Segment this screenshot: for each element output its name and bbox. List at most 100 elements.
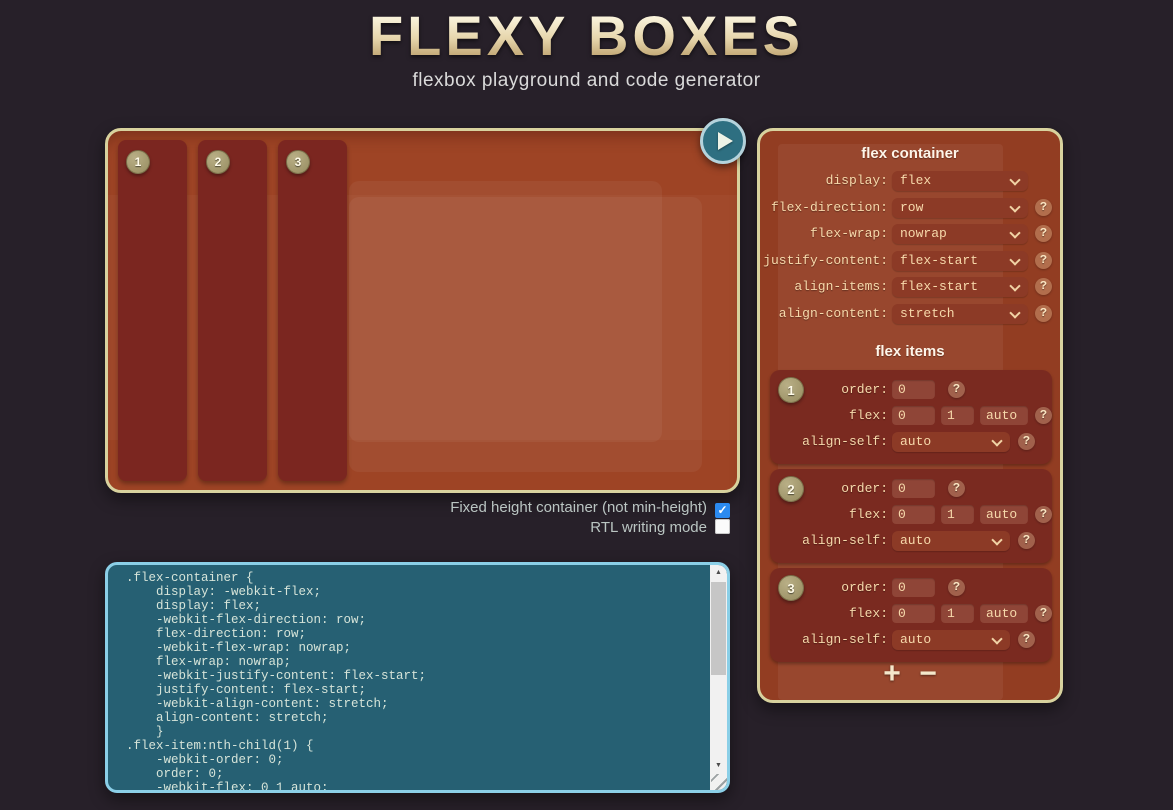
flex-shrink-input[interactable] [941,604,974,623]
align-self-select[interactable]: auto [892,432,1010,452]
flex-container-title: flex container [760,145,1060,162]
flex-label: flex: [770,406,888,426]
flex-item-card-3: 3 order: ? flex: ? align-self: auto ? [770,568,1052,662]
flex-items-title: flex items [760,343,1060,360]
flex-help-button[interactable]: ? [1035,506,1052,523]
order-input[interactable] [892,578,935,597]
chevron-down-icon [991,633,1002,644]
fixed-height-option: Fixed height container (not min-height) ✓ [105,500,730,517]
align-self-label: align-self: [770,630,888,650]
align-self-help-button[interactable]: ? [1018,631,1035,648]
flex-basis-input[interactable] [980,604,1028,623]
order-label: order: [770,479,888,499]
rtl-label: RTL writing mode [590,519,707,536]
rtl-checkbox[interactable] [715,519,730,534]
flex-direction-help-button[interactable]: ? [1035,199,1052,216]
resize-grip-icon[interactable] [711,774,727,790]
flex-grow-input[interactable] [892,604,935,623]
fixed-height-label: Fixed height container (not min-height) [450,499,707,516]
flex-grow-input[interactable] [892,406,935,425]
flex-basis-input[interactable] [980,406,1028,425]
remove-item-button[interactable]: − [919,659,937,689]
flex-wrap-help-button[interactable]: ? [1035,225,1052,242]
order-label: order: [770,578,888,598]
flex-direction-value: row [900,200,923,215]
add-item-button[interactable]: + [883,659,901,689]
chevron-down-icon [991,534,1002,545]
chevron-down-icon [1009,307,1020,318]
justify-content-select[interactable]: flex-start [892,251,1028,271]
preview-flex-item-3: 3 [278,140,347,481]
scroll-up-arrow-icon[interactable]: ▲ [710,565,727,581]
align-items-help-button[interactable]: ? [1035,278,1052,295]
align-self-value: auto [900,632,931,647]
justify-content-label: justify-content: [760,251,888,271]
settings-panel: flex container display: flex flex-direct… [757,128,1063,703]
chevron-down-icon [1009,201,1020,212]
play-animation-button[interactable] [700,118,746,164]
flex-direction-label: flex-direction: [760,198,888,218]
flex-basis-input[interactable] [980,505,1028,524]
align-content-select[interactable]: stretch [892,304,1028,324]
flex-help-button[interactable]: ? [1035,407,1052,424]
justify-content-help-button[interactable]: ? [1035,252,1052,269]
flex-wrap-select[interactable]: nowrap [892,224,1028,244]
align-items-select[interactable]: flex-start [892,277,1028,297]
app-tagline: flexbox playground and code generator [0,70,1173,92]
display-select[interactable]: flex [892,171,1028,191]
align-self-value: auto [900,533,931,548]
container-ghost-2 [349,197,702,472]
scrollbar-thumb[interactable] [711,582,726,675]
flex-wrap-value: nowrap [900,226,947,241]
flex-label: flex: [770,505,888,525]
align-self-select[interactable]: auto [892,630,1010,650]
flex-wrap-label: flex-wrap: [760,224,888,244]
play-icon [718,132,733,150]
item-actions: + − [760,659,1060,689]
fixed-height-checkbox[interactable]: ✓ [715,503,730,518]
chevron-down-icon [1009,280,1020,291]
flex-shrink-input[interactable] [941,505,974,524]
align-items-value: flex-start [900,279,978,294]
order-input[interactable] [892,380,935,399]
align-self-select[interactable]: auto [892,531,1010,551]
item-number-badge: 3 [286,150,310,174]
rtl-option: RTL writing mode [105,519,730,536]
align-self-help-button[interactable]: ? [1018,532,1035,549]
code-scrollbar[interactable]: ▲ ▼ [710,565,727,790]
flex-direction-select[interactable]: row [892,198,1028,218]
preview-flex-item-2: 2 [198,140,267,481]
item-number-badge: 1 [126,150,150,174]
order-help-button[interactable]: ? [948,381,965,398]
flex-preview-pane: 1 2 3 [105,128,740,493]
app-logo: FLEXY BOXES [0,8,1173,64]
css-code-text: .flex-container { display: -webkit-flex;… [126,571,703,790]
flex-shrink-input[interactable] [941,406,974,425]
order-input[interactable] [892,479,935,498]
flex-grow-input[interactable] [892,505,935,524]
scroll-down-arrow-icon[interactable]: ▼ [710,758,727,774]
chevron-down-icon [991,435,1002,446]
align-content-label: align-content: [760,304,888,324]
order-help-button[interactable]: ? [948,480,965,497]
chevron-down-icon [1009,227,1020,238]
generated-css-code-area[interactable]: .flex-container { display: -webkit-flex;… [105,562,730,793]
align-content-help-button[interactable]: ? [1035,305,1052,322]
flex-help-button[interactable]: ? [1035,605,1052,622]
flex-item-card-2: 2 order: ? flex: ? align-self: auto ? [770,469,1052,563]
justify-content-value: flex-start [900,253,978,268]
display-value: flex [900,173,931,188]
align-items-label: align-items: [760,277,888,297]
order-help-button[interactable]: ? [948,579,965,596]
align-self-help-button[interactable]: ? [1018,433,1035,450]
flex-item-card-1: 1 order: ? flex: ? align-self: auto ? [770,370,1052,464]
item-number-badge: 2 [206,150,230,174]
order-label: order: [770,380,888,400]
align-self-label: align-self: [770,432,888,452]
preview-flex-item-1: 1 [118,140,187,481]
flex-label: flex: [770,604,888,624]
align-self-label: align-self: [770,531,888,551]
chevron-down-icon [1009,174,1020,185]
chevron-down-icon [1009,254,1020,265]
align-self-value: auto [900,434,931,449]
